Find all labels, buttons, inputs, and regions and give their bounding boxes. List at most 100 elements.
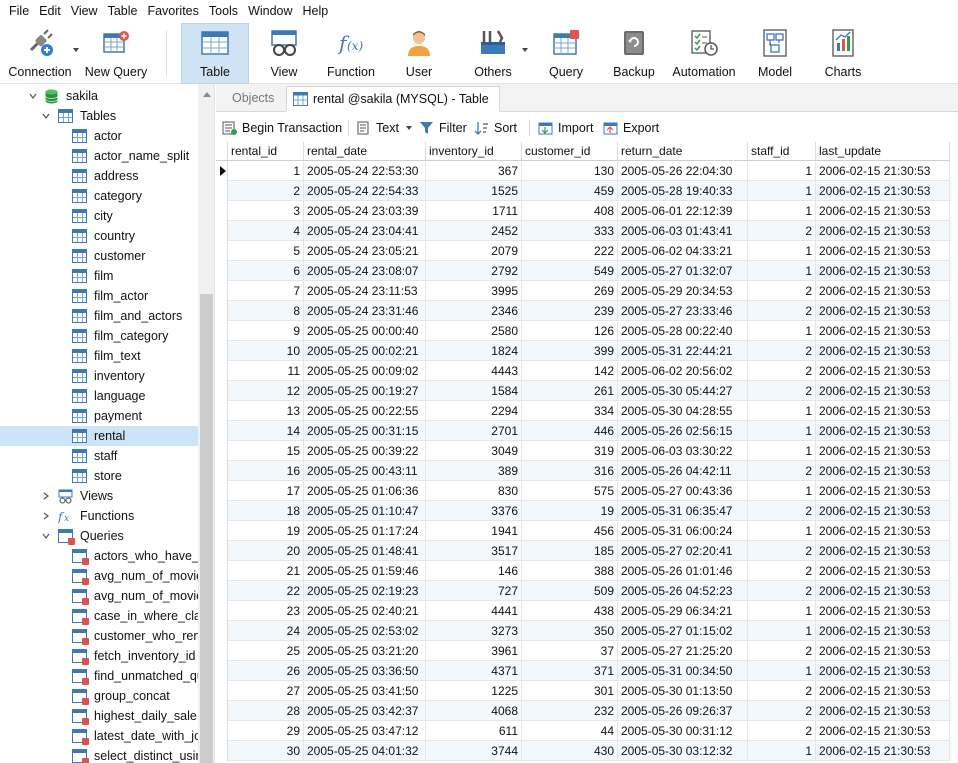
cell-rental-date[interactable]: 2005-05-25 01:59:46	[304, 561, 426, 581]
cell-rental-id[interactable]: 11	[228, 361, 304, 381]
cell-return-date[interactable]: 2005-05-30 00:31:12	[618, 721, 748, 741]
tree-item-tables[interactable]: Tables	[0, 106, 198, 126]
cell-inventory-id[interactable]: 4371	[426, 661, 522, 681]
cell-inventory-id[interactable]: 3376	[426, 501, 522, 521]
cell-customer-id[interactable]: 388	[522, 561, 618, 581]
tree-item-table-rental[interactable]: rental	[0, 426, 198, 446]
cell-inventory-id[interactable]: 611	[426, 721, 522, 741]
table-row[interactable]: 19 2005-05-25 01:17:24 1941 456 2005-05-31 0…	[228, 521, 952, 541]
cell-rental-id[interactable]: 14	[228, 421, 304, 441]
table-row[interactable]: 5 2005-05-24 23:05:21 2079 222 2005-06-02 04…	[228, 241, 952, 261]
cell-last-update[interactable]: 2006-02-15 21:30:53	[816, 181, 950, 201]
tree-item-query[interactable]: latest_date_with_joi	[0, 726, 198, 746]
cell-return-date[interactable]: 2005-05-27 00:43:36	[618, 481, 748, 501]
cell-staff-id[interactable]: 1	[748, 161, 816, 181]
menu-table[interactable]: Table	[103, 4, 143, 18]
cell-rental-id[interactable]: 1	[228, 161, 304, 181]
row-indicator[interactable]	[216, 621, 228, 641]
cell-staff-id[interactable]: 1	[748, 481, 816, 501]
tree-item-table-customer[interactable]: customer	[0, 246, 198, 266]
cell-staff-id[interactable]: 2	[748, 501, 816, 521]
table-row[interactable]: 6 2005-05-24 23:08:07 2792 549 2005-05-27 01…	[228, 261, 952, 281]
table-row[interactable]: 29 2005-05-25 03:47:12 611 44 2005-05-30 00:…	[228, 721, 952, 741]
cell-rental-date[interactable]: 2005-05-24 23:04:41	[304, 221, 426, 241]
cell-staff-id[interactable]: 1	[748, 241, 816, 261]
table-row[interactable]: 27 2005-05-25 03:41:50 1225 301 2005-05-30 0…	[228, 681, 952, 701]
cell-last-update[interactable]: 2006-02-15 21:30:53	[816, 221, 950, 241]
cell-rental-id[interactable]: 16	[228, 461, 304, 481]
cell-rental-id[interactable]: 10	[228, 341, 304, 361]
cell-rental-date[interactable]: 2005-05-25 00:39:22	[304, 441, 426, 461]
cell-last-update[interactable]: 2006-02-15 21:30:53	[816, 441, 950, 461]
tree-item-table-address[interactable]: address	[0, 166, 198, 186]
cell-rental-id[interactable]: 2	[228, 181, 304, 201]
cell-inventory-id[interactable]: 3049	[426, 441, 522, 461]
cell-customer-id[interactable]: 37	[522, 641, 618, 661]
tree-item-query[interactable]: fetch_inventory_id	[0, 646, 198, 666]
tree-item-table-film[interactable]: film	[0, 266, 198, 286]
tree-item-table-category[interactable]: category	[0, 186, 198, 206]
tree-item-table-country[interactable]: country	[0, 226, 198, 246]
row-indicator[interactable]	[216, 721, 228, 741]
cell-staff-id[interactable]: 2	[748, 221, 816, 241]
cell-staff-id[interactable]: 1	[748, 441, 816, 461]
cell-rental-date[interactable]: 2005-05-24 23:11:53	[304, 281, 426, 301]
table-row[interactable]: 17 2005-05-25 01:06:36 830 575 2005-05-27 00…	[228, 481, 952, 501]
cell-staff-id[interactable]: 2	[748, 461, 816, 481]
cell-inventory-id[interactable]: 2452	[426, 221, 522, 241]
cell-staff-id[interactable]: 2	[748, 301, 816, 321]
table-row[interactable]: 18 2005-05-25 01:10:47 3376 19 2005-05-31 06…	[228, 501, 952, 521]
row-indicator[interactable]	[216, 501, 228, 521]
tree-item-query[interactable]: group_concat	[0, 686, 198, 706]
cell-return-date[interactable]: 2005-05-27 02:20:41	[618, 541, 748, 561]
cell-staff-id[interactable]: 1	[748, 601, 816, 621]
cell-rental-id[interactable]: 7	[228, 281, 304, 301]
cell-last-update[interactable]: 2006-02-15 21:30:53	[816, 661, 950, 681]
cell-return-date[interactable]: 2005-06-03 03:30:22	[618, 441, 748, 461]
cell-inventory-id[interactable]: 1941	[426, 521, 522, 541]
cell-rental-date[interactable]: 2005-05-25 04:01:32	[304, 741, 426, 761]
tree-item-table-actor-name-split[interactable]: actor_name_split	[0, 146, 198, 166]
cell-staff-id[interactable]: 1	[748, 661, 816, 681]
cell-customer-id[interactable]: 350	[522, 621, 618, 641]
cell-rental-id[interactable]: 4	[228, 221, 304, 241]
tree-item-table-language[interactable]: language	[0, 386, 198, 406]
cell-staff-id[interactable]: 2	[748, 281, 816, 301]
cell-return-date[interactable]: 2005-05-27 01:32:07	[618, 261, 748, 281]
cell-customer-id[interactable]: 142	[522, 361, 618, 381]
table-row[interactable]: 12 2005-05-25 00:19:27 1584 261 2005-05-30 0…	[228, 381, 952, 401]
column-header-rental-id[interactable]: rental_id	[228, 142, 304, 161]
cell-return-date[interactable]: 2005-05-27 01:15:02	[618, 621, 748, 641]
cell-rental-date[interactable]: 2005-05-25 02:19:23	[304, 581, 426, 601]
cell-customer-id[interactable]: 239	[522, 301, 618, 321]
row-indicator[interactable]	[216, 521, 228, 541]
row-indicator[interactable]	[216, 701, 228, 721]
row-indicator[interactable]	[216, 541, 228, 561]
cell-last-update[interactable]: 2006-02-15 21:30:53	[816, 481, 950, 501]
cell-last-update[interactable]: 2006-02-15 21:30:53	[816, 721, 950, 741]
automation-button[interactable]: Automation	[666, 24, 742, 82]
cell-rental-date[interactable]: 2005-05-25 00:43:11	[304, 461, 426, 481]
cell-customer-id[interactable]: 222	[522, 241, 618, 261]
cell-rental-id[interactable]: 25	[228, 641, 304, 661]
row-indicator[interactable]	[216, 581, 228, 601]
cell-inventory-id[interactable]: 3995	[426, 281, 522, 301]
cell-return-date[interactable]: 2005-05-30 03:12:32	[618, 741, 748, 761]
cell-return-date[interactable]: 2005-06-03 01:43:41	[618, 221, 748, 241]
scrollbar-thumb[interactable]	[200, 294, 213, 763]
table-row[interactable]: 14 2005-05-25 00:31:15 2701 446 2005-05-26 0…	[228, 421, 952, 441]
row-indicator[interactable]	[216, 241, 228, 261]
cell-last-update[interactable]: 2006-02-15 21:30:53	[816, 521, 950, 541]
table-row[interactable]: 25 2005-05-25 03:21:20 3961 37 2005-05-27 21…	[228, 641, 952, 661]
cell-rental-date[interactable]: 2005-05-24 23:08:07	[304, 261, 426, 281]
cell-inventory-id[interactable]: 367	[426, 161, 522, 181]
row-indicator[interactable]	[216, 261, 228, 281]
cell-return-date[interactable]: 2005-05-29 06:34:21	[618, 601, 748, 621]
cell-return-date[interactable]: 2005-06-02 20:56:02	[618, 361, 748, 381]
table-row[interactable]: 9 2005-05-25 00:00:40 2580 126 2005-05-28 00…	[228, 321, 952, 341]
cell-rental-date[interactable]: 2005-05-25 03:42:37	[304, 701, 426, 721]
cell-rental-date[interactable]: 2005-05-24 22:53:30	[304, 161, 426, 181]
user-button[interactable]: User	[390, 24, 448, 82]
data-grid[interactable]: rental_id rental_date inventory_id customer…	[216, 142, 958, 763]
cell-return-date[interactable]: 2005-05-31 06:00:24	[618, 521, 748, 541]
